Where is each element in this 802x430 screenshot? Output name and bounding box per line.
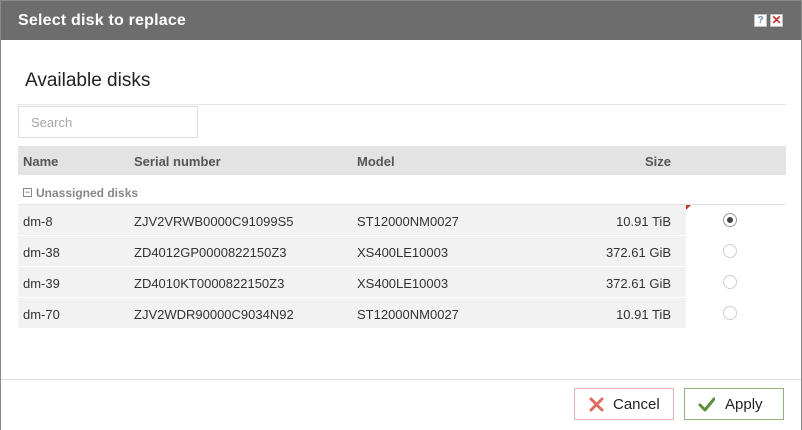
dialog-footer: Cancel Apply [1, 380, 801, 430]
column-header-serial[interactable]: Serial number [134, 154, 221, 169]
section-divider [18, 104, 786, 105]
column-header-size[interactable]: Size [645, 154, 671, 169]
disk-name: dm-39 [23, 276, 60, 291]
help-icon[interactable]: ? [754, 14, 767, 27]
disk-name: dm-70 [23, 307, 60, 322]
apply-label: Apply [725, 396, 763, 413]
select-cell [686, 298, 786, 329]
disk-serial: ZJV2WDR90000C9034N92 [134, 307, 294, 322]
disk-model: XS400LE10003 [357, 276, 449, 291]
disk-model: ST12000NM0027 [357, 214, 459, 229]
disk-serial: ZD4012GP0000822150Z3 [134, 245, 287, 260]
disk-name: dm-38 [23, 245, 60, 260]
select-radio[interactable] [723, 306, 737, 320]
dialog-title: Select disk to replace [18, 12, 187, 29]
select-radio[interactable] [723, 275, 737, 289]
disk-size: 10.91 TiB [616, 307, 671, 322]
disk-size: 10.91 TiB [616, 214, 671, 229]
cancel-button[interactable]: Cancel [574, 388, 674, 420]
disk-size: 372.61 GiB [605, 245, 671, 260]
select-cell [686, 267, 786, 298]
group-row-unassigned[interactable]: − Unassigned disks [18, 175, 786, 205]
disks-table: Name Serial number Model Size − Unassign… [18, 146, 786, 329]
close-icon[interactable]: ✕ [770, 14, 783, 27]
table-row[interactable]: dm-8 ZJV2VRWB0000C91099S5 ST12000NM0027 … [18, 205, 786, 236]
search-input[interactable] [18, 106, 198, 138]
cancel-label: Cancel [613, 396, 660, 413]
collapse-icon[interactable]: − [23, 188, 32, 197]
disk-model: ST12000NM0027 [357, 307, 459, 322]
table-row[interactable]: dm-38 ZD4012GP0000822150Z3 XS400LE10003 … [18, 236, 786, 267]
disk-model: XS400LE10003 [357, 245, 449, 260]
table-header: Name Serial number Model Size [18, 146, 786, 175]
checkmark-icon [698, 397, 715, 412]
table-row[interactable]: dm-39 ZD4010KT0000822150Z3 XS400LE10003 … [18, 267, 786, 298]
select-radio[interactable] [723, 213, 737, 227]
disk-serial: ZD4010KT0000822150Z3 [134, 276, 285, 291]
select-disk-dialog: Select disk to replace ? ✕ Available dis… [0, 0, 802, 430]
disk-name: dm-8 [23, 214, 53, 229]
column-header-model[interactable]: Model [357, 154, 395, 169]
select-cell [686, 205, 786, 236]
column-header-name[interactable]: Name [23, 154, 58, 169]
group-label: Unassigned disks [36, 186, 139, 200]
select-radio[interactable] [723, 244, 737, 258]
disk-serial: ZJV2VRWB0000C91099S5 [134, 214, 294, 229]
section-title: Available disks [25, 70, 151, 91]
x-icon [589, 397, 604, 412]
apply-button[interactable]: Apply [684, 388, 784, 420]
disk-size: 372.61 GiB [605, 276, 671, 291]
select-cell [686, 236, 786, 267]
dialog-titlebar[interactable]: Select disk to replace ? ✕ [1, 1, 801, 40]
table-row[interactable]: dm-70 ZJV2WDR90000C9034N92 ST12000NM0027… [18, 298, 786, 329]
